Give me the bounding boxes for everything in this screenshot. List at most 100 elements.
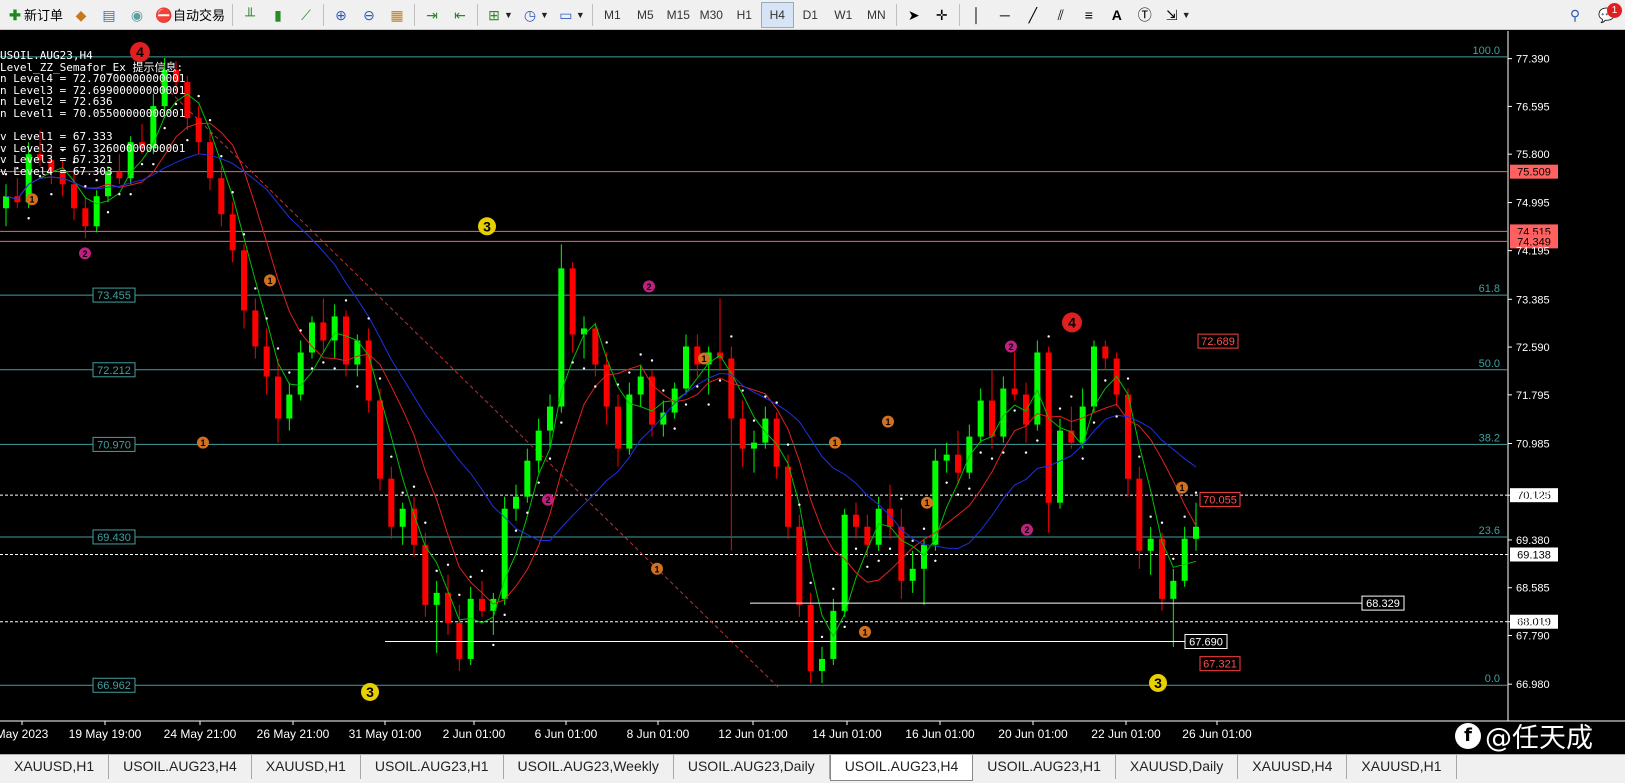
symbol-label: USOIL.AUG23,H4 [0,49,93,62]
bar-chart-icon[interactable]: ╨ [236,2,264,28]
text-label-icon[interactable]: Ⓣ [1131,2,1159,28]
timeframe-d1-button[interactable]: D1 [794,2,827,28]
cursor-icon[interactable]: ➤ [900,2,928,28]
chart-tab[interactable]: USOIL.AUG23,Daily [674,755,830,779]
price-chart[interactable]: 100.0 61.8 50.0 38.2 23.6 0.0 73.455 72.212 70.9… [0,31,1625,754]
indicators-dropdown[interactable]: ⊞ ▼ [481,2,517,28]
arrows-dropdown[interactable]: ⇲ ▼ [1159,2,1195,28]
chart-tab[interactable]: XAUUSD,H1 [252,755,361,779]
candle-body [875,508,882,545]
crosshair-icon[interactable]: ✛ [928,2,956,28]
parabolic-sar-dot [628,371,631,374]
chart-tab[interactable]: XAUUSD,H4 [1238,755,1348,779]
candle-body [581,328,587,335]
chart-canvas[interactable]: 100.0 61.8 50.0 38.2 23.6 0.0 73.455 72.212 70.9… [0,31,1625,754]
parabolic-sar-dot [990,457,994,460]
timeframe-m15-button[interactable]: M15 [662,2,695,28]
timeframe-h1-button[interactable]: H1 [728,2,761,28]
chart-shift-icon[interactable]: ⇤ [446,2,474,28]
text-icon[interactable]: A [1103,2,1131,28]
price-axis-badge-label: 69.138 [1517,549,1551,561]
candle-body [229,214,236,251]
alerts-button[interactable]: 💬 1 [1589,2,1625,28]
candle-body [853,514,859,527]
timeframe-m1-button[interactable]: M1 [596,2,629,28]
chart-tab[interactable]: USOIL.AUG23,H1 [361,755,504,779]
main-toolbar: ✚ 新订单 ◆ ▤ ◉ ⛔ 自动交易 ╨ ▮ ⟋ ⊕ ⊖ ▦ ⇥ ⇤ ⊞ ▼ ◷ ▼… [0,0,1625,30]
history-center-icon[interactable]: ▤ [95,2,123,28]
parabolic-sar-dot [684,403,688,406]
parabolic-sar-dot [956,493,960,496]
candle-body [569,268,576,335]
candle-body [773,418,780,467]
equidistant-channel-icon[interactable]: ⫽ [1047,2,1075,28]
fibonacci-icon[interactable]: ≡ [1075,2,1103,28]
chart-tab[interactable]: XAUUSD,H1 [1347,755,1457,779]
new-order-button[interactable]: ✚ 新订单 [2,2,67,28]
timeframe-m5-button[interactable]: M5 [629,2,662,28]
parabolic-sar-dot [752,419,756,422]
parabolic-sar-dot [458,593,461,597]
parabolic-sar-dot [129,193,132,196]
tile-windows-icon[interactable]: ▦ [383,2,411,28]
candle-body [603,364,610,407]
arrows-icon: ⇲ [1165,6,1178,23]
chart-tab[interactable]: XAUUSD,H1 [0,755,110,779]
parabolic-sar-dot [979,451,982,454]
time-tick-label: 26 May 21:00 [257,727,330,741]
time-tick-label: 19 May 19:00 [69,727,142,741]
time-tick-label: 6 Jun 01:00 [535,727,598,741]
toolbar-divider [323,3,325,26]
timeframe-m30-button[interactable]: M30 [695,2,728,28]
parabolic-sar-dot [888,547,892,550]
candlestick-chart-icon[interactable]: ▮ [264,2,292,28]
templates-dropdown[interactable]: ▭ ▼ [553,2,589,28]
candle-body [909,568,916,581]
semafor-mark-label: 1 [862,627,867,637]
time-tick-label: 20 Jun 01:00 [998,727,1068,741]
auto-trading-button[interactable]: ⛔ 自动交易 [151,2,229,28]
trendline-icon[interactable]: ╱ [1019,2,1047,28]
signals-icon[interactable]: ◉ [123,2,151,28]
chart-tab[interactable]: USOIL.AUG23,H4 [829,755,974,781]
parabolic-sar-dot [27,217,30,220]
fibonacci-percent-label: 23.6 [1479,525,1500,537]
parabolic-sar-dot [1194,491,1198,494]
chart-tab[interactable]: USOIL.AUG23,H1 [973,755,1116,779]
parabolic-sar-dot [934,559,937,562]
semafor-mark-label: 3 [366,684,374,700]
chart-tab[interactable]: USOIL.AUG23,H4 [109,755,252,779]
candle-body [456,622,463,659]
search-icon[interactable]: ⚲ [1561,2,1589,28]
semafor-mark-label: 1 [832,438,837,448]
indicator-level-line: v Level4 = 67.303 [0,164,113,178]
parabolic-sar-dot [95,179,98,182]
toolbar-divider [591,3,593,26]
vertical-line-icon[interactable]: │ [963,2,991,28]
chart-tab[interactable]: USOIL.AUG23,Weekly [504,755,674,779]
line-chart-icon[interactable]: ⟋ [292,2,320,28]
toolbar-divider [895,3,897,26]
parabolic-sar-dot [1115,415,1118,418]
chart-tab[interactable]: XAUUSD,Daily [1116,755,1239,779]
periods-dropdown[interactable]: ◷ ▼ [517,2,553,28]
parabolic-sar-dot [242,233,246,236]
horizontal-line-icon[interactable]: ─ [991,2,1019,28]
new-order-icon: ✚ [9,6,21,23]
parabolic-sar-dot [945,481,948,484]
zoom-out-icon[interactable]: ⊖ [355,2,383,28]
parabolic-sar-dot [639,353,642,356]
timeframe-mn-button[interactable]: MN [860,2,893,28]
timeframe-h4-button[interactable]: H4 [760,1,794,28]
indicator-info-box: USOIL.AUG23,H4 Level_ZZ_Semafor_Ex 提示信息:… [0,50,185,178]
zoom-in-icon[interactable]: ⊕ [327,2,355,28]
timeframe-w1-button[interactable]: W1 [827,2,860,28]
semafor-mark-label: 1 [885,417,890,427]
market-watch-icon[interactable]: ◆ [67,2,95,28]
parabolic-sar-dot [231,191,234,194]
price-tick-label: 77.390 [1516,54,1550,66]
candle-body [615,406,621,449]
auto-scroll-icon[interactable]: ⇥ [418,2,446,28]
semafor-mark-label: 2 [1024,525,1029,535]
candle-body [320,322,327,341]
